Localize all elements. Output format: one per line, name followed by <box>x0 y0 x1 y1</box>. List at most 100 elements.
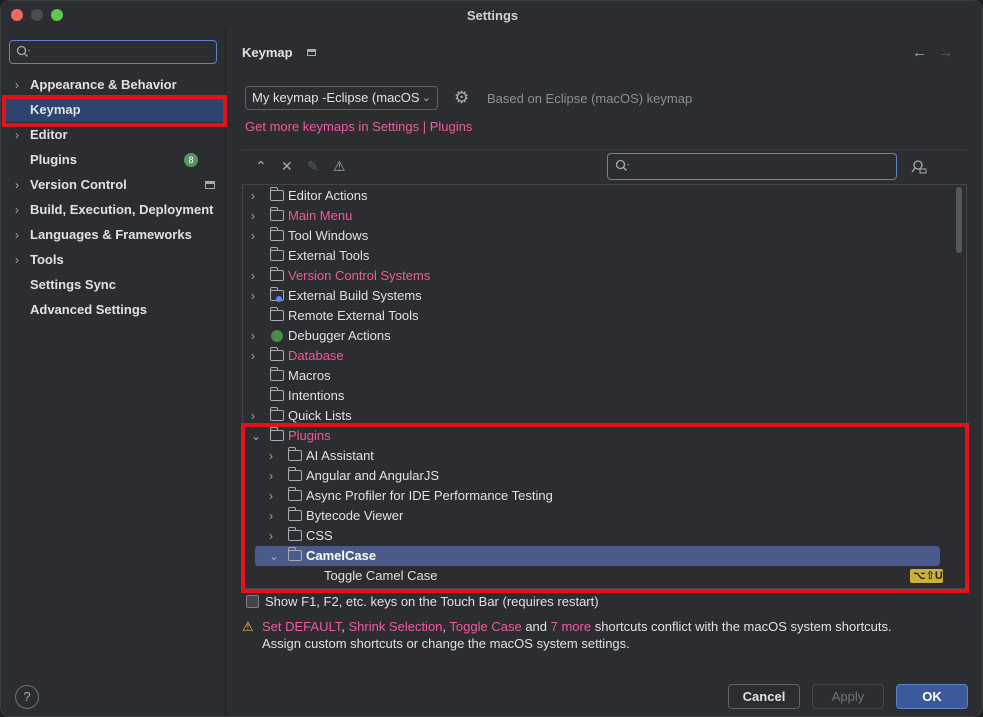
tree-row-database[interactable]: › Database <box>243 346 943 366</box>
help-button[interactable]: ? <box>15 685 39 709</box>
chevron-right-icon: › <box>15 178 19 192</box>
chevron-right-icon: › <box>251 269 255 283</box>
sidebar-item-label: Build, Execution, Deployment <box>30 202 214 217</box>
touchbar-label: Show F1, F2, etc. keys on the Touch Bar … <box>265 594 599 609</box>
chevron-right-icon: › <box>251 189 255 203</box>
tree-row-label: External Build Systems <box>288 288 422 303</box>
folder-icon <box>270 407 284 421</box>
plugins-update-badge: 8 <box>184 153 198 167</box>
sidebar-item-label: Appearance & Behavior <box>30 77 177 92</box>
ok-button[interactable]: OK <box>896 684 968 709</box>
sidebar-item-appearance-behavior[interactable]: › Appearance & Behavior <box>1 73 226 97</box>
tree-row-debugger-actions[interactable]: › Debugger Actions <box>243 326 943 346</box>
edit-shortcut-icon[interactable]: ✎ <box>307 158 319 175</box>
chevron-right-icon: › <box>251 349 255 363</box>
sidebar-item-languages-frameworks[interactable]: › Languages & Frameworks <box>1 223 226 247</box>
sidebar-item-label: Version Control <box>30 177 127 192</box>
sidebar-item-advanced-settings[interactable]: Advanced Settings <box>1 298 226 322</box>
sidebar-item-version-control[interactable]: › Version Control <box>1 173 226 197</box>
more-conflicts-link[interactable]: 7 more <box>551 619 591 634</box>
sidebar-item-build-execution-deployment[interactable]: › Build, Execution, Deployment <box>1 198 226 222</box>
folder-icon <box>270 367 284 381</box>
find-by-shortcut-icon[interactable] <box>911 159 927 175</box>
settings-window: Settings › Appearance & Behavior Keymap … <box>0 0 983 717</box>
title-bar: Settings <box>1 1 982 29</box>
tree-row-version-control-systems[interactable]: › Version Control Systems <box>243 266 943 286</box>
tree-row-tool-windows[interactable]: › Tool Windows <box>243 226 943 246</box>
separator-text: and <box>521 619 551 634</box>
tree-row-external-tools[interactable]: External Tools <box>243 246 943 266</box>
project-settings-icon <box>205 181 215 189</box>
sidebar-item-settings-sync[interactable]: Settings Sync <box>1 273 226 297</box>
warning-icon: ⚠ <box>242 619 254 634</box>
settings-sidebar: › Appearance & Behavior Keymap › Editor … <box>1 29 226 716</box>
keymap-select[interactable]: My keymap -Eclipse (macOS) ⌄ <box>245 86 438 110</box>
folder-icon <box>270 247 284 261</box>
set-default-link[interactable]: Set DEFAULT <box>262 619 341 634</box>
tree-row-label: External Tools <box>288 248 370 263</box>
gear-icon[interactable]: ⚙ <box>454 88 469 108</box>
action-search-input[interactable] <box>607 153 897 180</box>
tree-row-editor-actions[interactable]: › Editor Actions <box>243 186 943 206</box>
sidebar-item-label: Languages & Frameworks <box>30 227 192 242</box>
tree-row-label: Debugger Actions <box>288 328 391 343</box>
folder-icon <box>270 387 284 401</box>
tree-row-intentions[interactable]: Intentions <box>243 386 943 406</box>
chevron-right-icon: › <box>251 289 255 303</box>
back-arrow-icon[interactable]: ← <box>912 44 927 61</box>
separator <box>242 149 966 150</box>
search-icon <box>615 159 629 171</box>
sidebar-item-label: Advanced Settings <box>30 302 148 317</box>
build-gear-icon <box>276 296 282 302</box>
bug-icon <box>271 330 283 342</box>
window-title: Settings <box>466 8 519 23</box>
tree-row-main-menu[interactable]: › Main Menu <box>243 206 943 226</box>
sidebar-search-input[interactable] <box>9 40 217 64</box>
sidebar-item-tools[interactable]: › Tools <box>1 248 226 272</box>
warning-text: shortcuts conflict with the macOS system… <box>591 619 892 634</box>
folder-icon <box>270 307 284 321</box>
folder-icon <box>270 267 284 281</box>
sidebar-item-label: Settings Sync <box>30 277 116 292</box>
tree-row-remote-external-tools[interactable]: Remote External Tools <box>243 306 943 326</box>
toggle-case-link[interactable]: Toggle Case <box>449 619 521 634</box>
collapse-all-icon[interactable]: ✕ <box>281 158 293 175</box>
warning-line-2: Assign custom shortcuts or change the ma… <box>262 636 630 651</box>
cancel-button[interactable]: Cancel <box>728 684 800 709</box>
tree-row-label: Version Control Systems <box>288 268 431 283</box>
folder-icon <box>270 347 284 361</box>
forward-arrow-icon[interactable]: → <box>938 44 953 61</box>
tree-row-external-build-systems[interactable]: › External Build Systems <box>243 286 943 306</box>
tree-row-label: Intentions <box>288 388 345 403</box>
chevron-right-icon: › <box>251 209 255 223</box>
tree-row-label: Remote External Tools <box>288 308 419 323</box>
show-conflicts-icon[interactable]: ⚠ <box>333 158 346 175</box>
shrink-selection-link[interactable]: Shrink Selection <box>348 619 442 634</box>
chevron-right-icon: › <box>15 253 19 267</box>
tree-row-label: Database <box>288 348 344 363</box>
tree-row-macros[interactable]: Macros <box>243 366 943 386</box>
sidebar-item-label: Plugins <box>30 152 77 167</box>
folder-icon <box>270 207 284 221</box>
page-title: Keymap <box>242 45 293 60</box>
chevron-right-icon: › <box>15 203 19 217</box>
tree-row-label: Main Menu <box>288 208 353 223</box>
highlight-box-keymap <box>2 95 227 127</box>
project-settings-icon <box>307 49 316 56</box>
expand-all-icon[interactable]: ⌃ <box>255 158 267 175</box>
sidebar-item-label: Tools <box>30 252 64 267</box>
touchbar-checkbox[interactable] <box>246 595 259 608</box>
chevron-right-icon: › <box>15 228 19 242</box>
sidebar-item-plugins[interactable]: Plugins 8 <box>1 148 226 172</box>
chevron-right-icon: › <box>251 229 255 243</box>
tree-scrollbar[interactable] <box>956 187 962 253</box>
keymap-panel: Keymap ← → My keymap -Eclipse (macOS) ⌄ … <box>227 29 982 716</box>
search-icon <box>16 45 30 57</box>
chevron-down-icon: ⌄ <box>418 87 431 109</box>
chevron-right-icon: › <box>251 329 255 343</box>
apply-button[interactable]: Apply <box>812 684 884 709</box>
get-more-keymaps-link[interactable]: Get more keymaps in Settings | Plugins <box>245 119 472 134</box>
folder-icon <box>270 187 284 201</box>
keymap-select-value: My keymap -Eclipse (macOS) <box>252 90 424 105</box>
chevron-right-icon: › <box>15 78 19 92</box>
